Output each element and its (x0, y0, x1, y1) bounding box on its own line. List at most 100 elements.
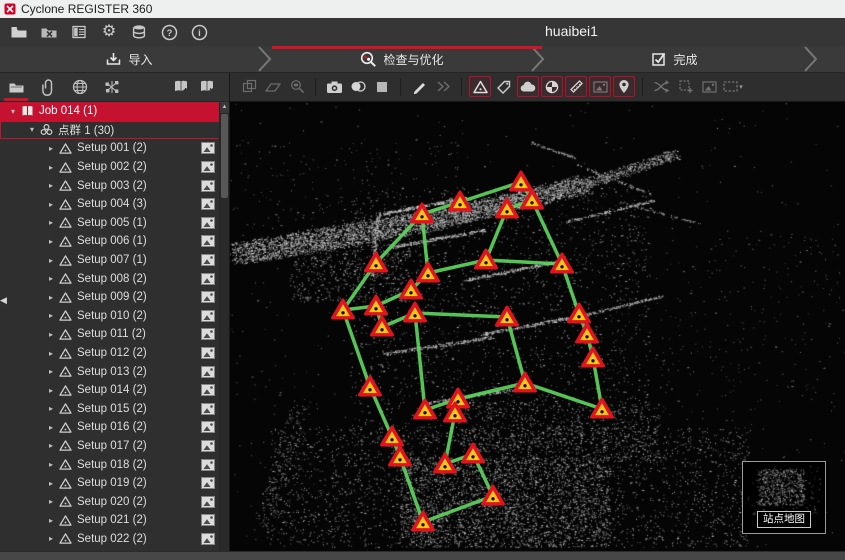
setup-marker[interactable] (590, 397, 614, 419)
thumbnail-icon[interactable] (201, 533, 215, 545)
setup-marker[interactable] (399, 278, 423, 300)
tool-images[interactable] (589, 76, 611, 97)
tool-zoom-area[interactable] (286, 76, 308, 97)
tree-item-setup[interactable]: ▸ Setup 012 (2) (0, 344, 229, 363)
expand-caret-icon[interactable]: ▸ (46, 404, 56, 413)
tool-tags[interactable] (493, 76, 515, 97)
sidebar-tab-attachments[interactable] (32, 74, 64, 101)
close-project-button[interactable] (36, 20, 62, 44)
tool-flat-view[interactable] (262, 76, 284, 97)
thumbnail-icon[interactable] (201, 291, 215, 303)
setup-marker[interactable] (513, 371, 537, 393)
tool-duplicate-view[interactable] (238, 76, 260, 97)
workflow-step-review[interactable]: 检查与优化 (272, 46, 531, 72)
expand-caret-icon[interactable]: ▾ (8, 107, 18, 116)
sidebar-tab-web[interactable] (64, 74, 96, 101)
setup-marker[interactable] (410, 202, 434, 224)
thumbnail-icon[interactable] (201, 421, 215, 433)
setup-marker[interactable] (550, 252, 574, 274)
expand-caret-icon[interactable]: ▾ (27, 125, 37, 134)
setup-marker[interactable] (567, 302, 591, 324)
tree-item-setup[interactable]: ▸ Setup 009 (2) (0, 288, 229, 307)
setup-marker[interactable] (364, 251, 388, 273)
expand-caret-icon[interactable]: ▸ (46, 516, 56, 525)
expand-caret-icon[interactable]: ▸ (46, 441, 56, 450)
tree-item-setup[interactable]: ▸ Setup 022 (2) (0, 530, 229, 549)
thumbnail-icon[interactable] (201, 310, 215, 322)
tree-item-setup[interactable]: ▸ Setup 006 (1) (0, 232, 229, 251)
thumbnail-icon[interactable] (201, 235, 215, 247)
tree-item-job[interactable]: ▾ Job 014 (1) (0, 102, 229, 121)
tool-snapshot[interactable] (323, 76, 345, 97)
tree-item-setup[interactable]: ▸ Setup 018 (2) (0, 455, 229, 474)
tool-pie-chart[interactable] (541, 76, 563, 97)
storage-button[interactable] (126, 20, 152, 44)
open-project-button[interactable] (6, 20, 32, 44)
tree-item-setup[interactable]: ▸ Setup 016 (2) (0, 418, 229, 437)
setup-marker[interactable] (370, 315, 394, 337)
expand-caret-icon[interactable]: ▸ (46, 181, 56, 190)
workflow-step-finalize[interactable]: 完成 (545, 46, 804, 72)
setup-marker[interactable] (380, 425, 404, 447)
setup-marker[interactable] (433, 452, 457, 474)
expand-caret-icon[interactable]: ▸ (46, 274, 56, 283)
thumbnail-icon[interactable] (201, 496, 215, 508)
sidebar-collapse-handle[interactable]: ◀ (0, 295, 7, 306)
expand-caret-icon[interactable]: ▸ (46, 534, 56, 543)
add-job-button[interactable] (171, 77, 191, 97)
info-button[interactable]: i (186, 20, 212, 44)
thumbnail-icon[interactable] (201, 198, 215, 210)
setup-marker[interactable] (581, 346, 605, 368)
expand-caret-icon[interactable]: ▸ (46, 330, 56, 339)
tree-item-setup[interactable]: ▸ Setup 003 (2) (0, 176, 229, 195)
tool-navigate[interactable] (432, 76, 454, 97)
thumbnail-icon[interactable] (201, 514, 215, 526)
setup-marker[interactable] (495, 305, 519, 327)
expand-caret-icon[interactable]: ▸ (46, 386, 56, 395)
tree-item-setup[interactable]: ▸ Setup 011 (2) (0, 325, 229, 344)
setup-marker[interactable] (388, 445, 412, 467)
tool-stop-view[interactable] (371, 76, 393, 97)
sidebar-tab-project[interactable] (0, 74, 32, 101)
expand-caret-icon[interactable]: ▸ (46, 256, 56, 265)
minimap[interactable]: 站点地图 (742, 461, 826, 534)
tool-setup-markers[interactable] (469, 76, 491, 97)
thumbnail-icon[interactable] (201, 403, 215, 415)
tool-image-adjust[interactable] (698, 76, 720, 97)
expand-caret-icon[interactable]: ▸ (46, 311, 56, 320)
setup-marker[interactable] (358, 375, 382, 397)
setup-marker[interactable] (575, 322, 599, 344)
thumbnail-icon[interactable] (201, 384, 215, 396)
tree-item-setup[interactable]: ▸ Setup 004 (3) (0, 195, 229, 214)
tool-ruler[interactable] (565, 76, 587, 97)
setup-marker[interactable] (520, 188, 544, 210)
setup-marker[interactable] (474, 248, 498, 270)
expand-caret-icon[interactable]: ▸ (46, 479, 56, 488)
setup-marker[interactable] (461, 442, 485, 464)
settings-button[interactable]: ⚙ (96, 20, 122, 44)
tool-geotags[interactable] (613, 76, 635, 97)
tree-item-cluster[interactable]: ▾ 点群 1 (30) (0, 121, 220, 140)
expand-caret-icon[interactable]: ▸ (46, 367, 56, 376)
setup-marker[interactable] (403, 301, 427, 323)
setup-marker[interactable] (413, 398, 437, 420)
tree-item-setup[interactable]: ▸ Setup 014 (2) (0, 381, 229, 400)
expand-caret-icon[interactable]: ▸ (46, 423, 56, 432)
tree-item-setup[interactable]: ▸ Setup 002 (2) (0, 158, 229, 177)
point-cloud-viewport[interactable]: 站点地图 (230, 102, 845, 551)
thumbnail-icon[interactable] (201, 254, 215, 266)
help-button[interactable]: ? (156, 20, 182, 44)
thumbnail-icon[interactable] (201, 459, 215, 471)
tree-item-setup[interactable]: ▸ Setup 010 (2) (0, 307, 229, 326)
tree-item-setup[interactable]: ▸ Setup 019 (2) (0, 474, 229, 493)
expand-caret-icon[interactable]: ▸ (46, 218, 56, 227)
setup-marker[interactable] (331, 298, 355, 320)
thumbnail-icon[interactable] (201, 161, 215, 173)
expand-caret-icon[interactable]: ▸ (46, 237, 56, 246)
expand-caret-icon[interactable]: ▸ (46, 293, 56, 302)
sidebar-tab-links[interactable] (96, 74, 128, 101)
setup-marker[interactable] (495, 197, 519, 219)
expand-caret-icon[interactable]: ▸ (46, 349, 56, 358)
setup-marker[interactable] (443, 401, 467, 423)
tree-item-setup[interactable]: ▸ Setup 013 (2) (0, 362, 229, 381)
